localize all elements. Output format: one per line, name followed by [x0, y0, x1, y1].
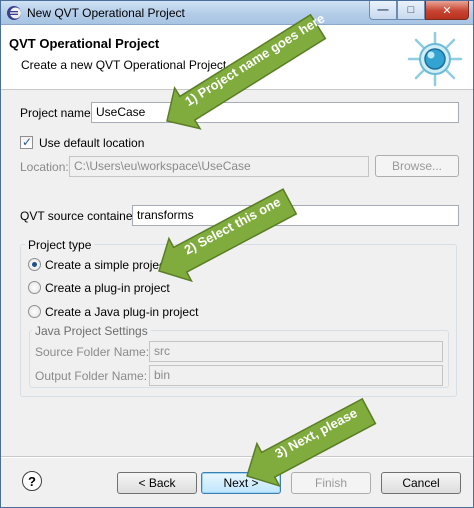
- close-icon: ✕: [442, 4, 452, 17]
- radio-java-plugin-project[interactable]: [28, 305, 41, 318]
- radio-selected-dot: [32, 262, 37, 267]
- source-container-label: QVT source container:: [20, 209, 140, 223]
- cancel-button[interactable]: Cancel: [381, 472, 461, 494]
- use-default-location-label: Use default location: [39, 136, 145, 150]
- qvt-logo-icon: [407, 31, 463, 87]
- output-folder-label: Output Folder Name:: [35, 369, 148, 383]
- back-button[interactable]: < Back: [117, 472, 197, 494]
- radio-plugin-project-label: Create a plug-in project: [45, 281, 170, 295]
- wizard-window: New QVT Operational Project — □ ✕ QVT Op…: [0, 0, 474, 508]
- page-title: QVT Operational Project: [9, 36, 160, 51]
- help-button[interactable]: ?: [22, 471, 42, 491]
- location-label: Location:: [20, 160, 69, 174]
- project-type-title: Project type: [25, 238, 95, 252]
- checkmark-icon: ✓: [22, 135, 33, 149]
- close-button[interactable]: ✕: [425, 1, 469, 20]
- browse-button[interactable]: Browse...: [375, 155, 459, 177]
- project-name-label: Project name:: [20, 106, 95, 120]
- use-default-location-checkbox[interactable]: ✓: [20, 135, 33, 149]
- radio-simple-project[interactable]: [28, 258, 41, 271]
- source-folder-label: Source Folder Name:: [35, 345, 150, 359]
- radio-simple-project-label: Create a simple project: [45, 258, 169, 272]
- maximize-button[interactable]: □: [397, 1, 425, 20]
- source-folder-input[interactable]: src: [149, 341, 443, 362]
- minimize-icon: —: [377, 4, 389, 16]
- minimize-button[interactable]: —: [369, 1, 397, 20]
- title-bar[interactable]: New QVT Operational Project — □ ✕: [1, 1, 473, 25]
- maximize-icon: □: [407, 4, 415, 16]
- project-name-input[interactable]: UseCase: [91, 102, 459, 123]
- radio-plugin-project[interactable]: [28, 281, 41, 294]
- help-icon: ?: [28, 473, 36, 489]
- window-controls: — □ ✕: [369, 1, 469, 20]
- java-settings-title: Java Project Settings: [32, 324, 151, 338]
- window-title: New QVT Operational Project: [27, 6, 185, 20]
- location-input[interactable]: C:\Users\eu\workspace\UseCase: [69, 156, 369, 177]
- eclipse-app-icon: [7, 6, 21, 20]
- radio-java-plugin-project-label: Create a Java plug-in project: [45, 305, 199, 319]
